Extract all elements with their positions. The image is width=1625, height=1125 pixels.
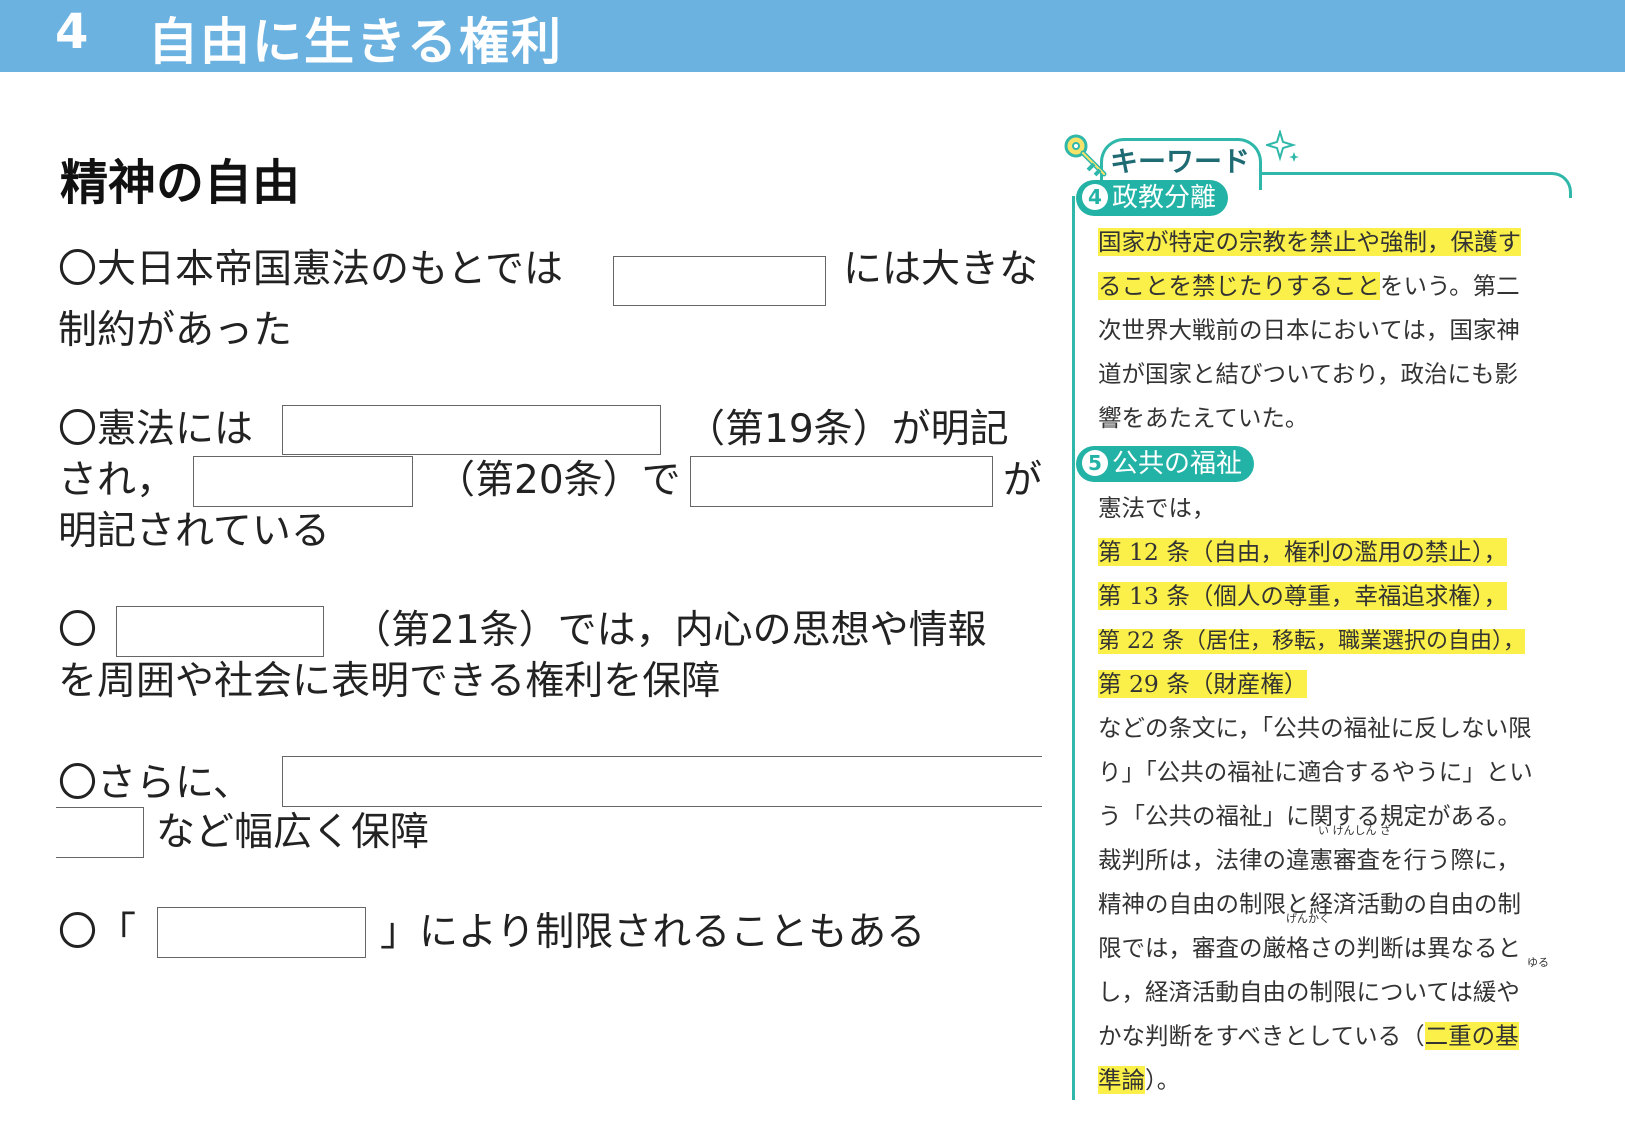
item1-before: 〇大日本帝国憲法のもとでは <box>58 247 564 292</box>
highlight: 二重の基 <box>1424 1022 1519 1050</box>
sparkle-icon <box>1266 130 1299 162</box>
keyword-number: 4 <box>1082 184 1108 210</box>
keyword-panel-border <box>1072 196 1075 1100</box>
item2-line3: 明記されている <box>58 509 330 554</box>
blank-4[interactable] <box>690 456 993 507</box>
page-title: 自由に生きる権利 <box>148 13 563 71</box>
blank-6[interactable] <box>282 756 1042 807</box>
blank-1[interactable] <box>613 256 826 306</box>
kw1-line4: 道が国家と結びついており，政治にも影 <box>1098 360 1518 388</box>
keyword-panel-top-border <box>1222 172 1572 198</box>
section-number: 4 <box>55 4 89 60</box>
kw1-line2-rest: をいう。第二 <box>1380 272 1520 300</box>
highlight: 第 29 条（財産権） <box>1098 670 1308 698</box>
blank-6-continuation[interactable] <box>56 807 144 858</box>
kw2-line4: 第 22 条（居住，移転，職業選択の自由）， <box>1098 618 1525 664</box>
keyword-title: 政教分離 <box>1112 183 1217 213</box>
item3-before: 〇 <box>58 608 98 653</box>
item3-line2: を周囲や社会に表明できる権利を保障 <box>58 659 721 704</box>
item1-after: には大きな <box>843 247 1039 292</box>
highlight: 国家が特定の宗教を禁止や強制，保護す <box>1098 228 1521 256</box>
kw2-line13: かな判断をすべきとしている（二重の基 <box>1098 1014 1519 1058</box>
item1-line2: 制約があった <box>58 308 293 353</box>
highlight: 準論 <box>1098 1066 1145 1094</box>
item3-after: （第21条）では，内心の思想や情報 <box>352 608 987 653</box>
blank-3[interactable] <box>193 456 413 507</box>
kw1-line3: 次世界大戦前の日本においては，国家神 <box>1098 316 1520 344</box>
key-icon <box>1064 134 1107 177</box>
keyword-badge-kokyo-no-fukushi: 5 公共の福祉 <box>1076 446 1255 482</box>
kw2-line11: 限では，審査の厳格さの判断は異なると <box>1098 934 1521 962</box>
kw2-line1: 憲法では， <box>1098 494 1216 522</box>
keyword-number: 5 <box>1082 450 1108 476</box>
highlight: 第 12 条（自由，権利の濫用の禁止）， <box>1098 538 1508 566</box>
highlight: ることを禁じたりすること <box>1098 272 1380 300</box>
ruby-yuru: ゆる <box>1527 956 1549 969</box>
header-bar: 4 自由に生きる権利 <box>0 0 1625 72</box>
item2-line2-mid: （第20条）で <box>436 458 681 503</box>
item2-after: （第19条）が明記 <box>686 407 1009 452</box>
kw2-line14-rest: ）。 <box>1145 1066 1181 1094</box>
ruby-iken-shinsa: い けんしん さ <box>1318 824 1391 837</box>
kw1-line2: ることを禁じたりすることをいう。第二 <box>1098 264 1520 308</box>
kw2-line2: 第 12 条（自由，権利の濫用の禁止）， <box>1098 530 1508 574</box>
blank-2[interactable] <box>282 405 661 455</box>
blank-7[interactable] <box>157 907 366 958</box>
kw1-line1: 国家が特定の宗教を禁止や強制，保護す <box>1098 220 1521 264</box>
kw2-line5: 第 29 条（財産権） <box>1098 662 1308 706</box>
kw2-line12: し，経済活動自由の制限については緩や <box>1098 978 1520 1006</box>
item2-line2-after: が <box>1003 458 1043 503</box>
ruby-genkaku: げんかく <box>1286 912 1330 925</box>
blank-5[interactable] <box>116 606 324 657</box>
kw2-line6: などの条文に，「公共の福祉に反しない限 <box>1098 714 1532 742</box>
item5-before: 〇「 <box>58 910 137 955</box>
keyword-badge-seikyo-bunri: 4 政教分離 <box>1076 180 1229 216</box>
kw2-line14: 準論）。 <box>1098 1058 1180 1102</box>
kw2-line9: 裁判所は，法律の違憲審査を行う際に， <box>1098 846 1520 874</box>
item2-line2-before: され， <box>58 458 176 503</box>
section-title: 精神の自由 <box>60 155 301 211</box>
kw2-line3: 第 13 条（個人の尊重，幸福追求権）， <box>1098 574 1508 618</box>
item4-before: 〇さらに、 <box>58 761 252 806</box>
item2-before: 〇憲法には <box>58 407 254 452</box>
highlight: 第 13 条（個人の尊重，幸福追求権）， <box>1098 582 1508 610</box>
item5-after: 」により制限されることもある <box>380 910 926 955</box>
keyword-title: 公共の福祉 <box>1112 449 1243 479</box>
kw2-line8: う「公共の福祉」に関する規定がある。 <box>1098 802 1521 830</box>
kw1-line5: 響をあたえていた。 <box>1098 404 1309 432</box>
kw2-line7: り」「公共の福祉に適合するやうに」とい <box>1098 758 1533 786</box>
item4-line2: など幅広く保障 <box>156 810 430 855</box>
highlight: 第 22 条（居住，移転，職業選択の自由）， <box>1098 629 1525 654</box>
keyword-label: キーワード <box>1110 145 1251 178</box>
kw2-line13-pre: かな判断をすべきとしている（ <box>1098 1022 1425 1050</box>
